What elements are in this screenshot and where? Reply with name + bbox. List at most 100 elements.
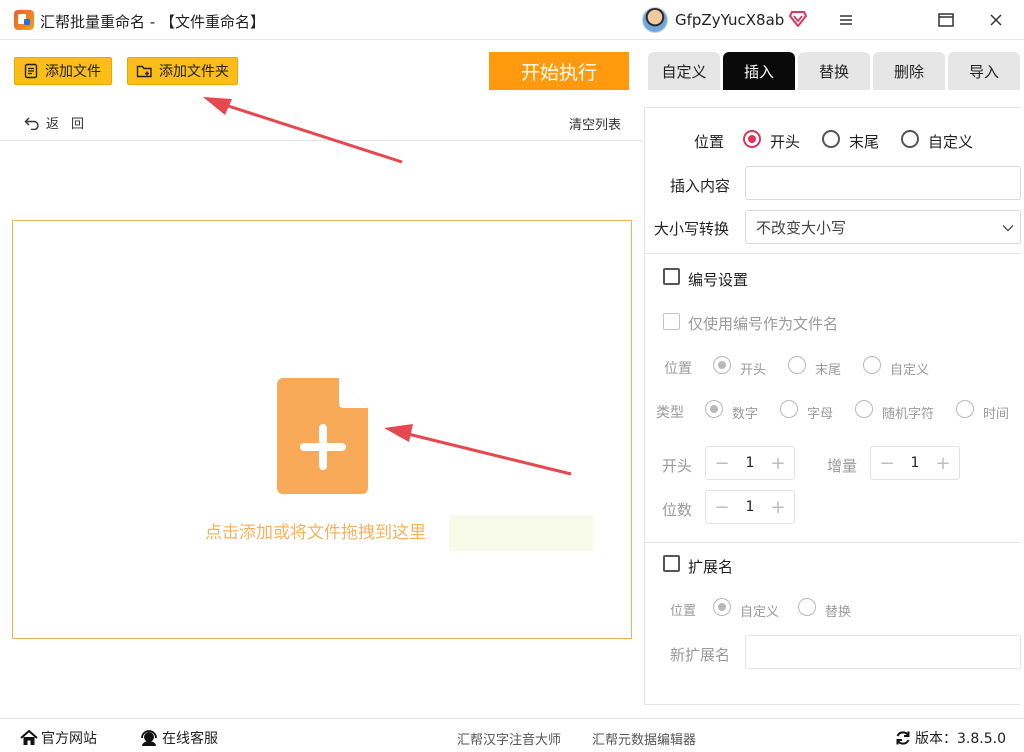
website-link[interactable]: 官方网站 (20, 728, 97, 748)
website-label: 官方网站 (41, 731, 97, 747)
clear-list-button[interactable]: 清空列表 (569, 114, 621, 133)
title-bar: 汇帮批量重命名 - 【文件重命名】 GfpZyYucX8ab (0, 0, 1024, 40)
radio-type-random[interactable] (855, 400, 873, 418)
back-button[interactable]: 返回 (24, 113, 96, 132)
insert-settings-panel: 位置 开头 末尾 自定义 插入内容 大小写转换 不改变大小写 编号设置 仅使用编… (644, 107, 1021, 705)
tab-insert[interactable]: 插入 (723, 52, 795, 90)
radio-position-start-label: 开头 (770, 133, 801, 151)
radio-type-random-label: 随机字符 (882, 407, 935, 422)
footer: 官方网站 在线客服 汇帮汉字注音大师 汇帮元数据编辑器 版本：3.8.5.0 (0, 718, 1024, 752)
decrement-button[interactable]: − (879, 453, 895, 474)
document-icon (24, 63, 38, 79)
increment-button[interactable]: + (770, 453, 786, 474)
radio-type-number-label: 数字 (732, 407, 759, 422)
divider (645, 253, 1021, 254)
menu-icon[interactable] (834, 8, 858, 32)
radio-type-letter-label: 字母 (807, 407, 834, 422)
case-select-value: 不改变大小写 (756, 218, 847, 237)
file-dropzone[interactable]: 点击添加或将文件拖拽到这里 (12, 220, 632, 639)
num-increment-label: 增量 (827, 457, 858, 475)
num-type-label: 类型 (656, 405, 684, 421)
app-logo (14, 10, 34, 30)
radio-type-number[interactable] (705, 400, 723, 418)
version-label: 版本：3.8.5.0 (915, 731, 1006, 747)
divider (0, 140, 643, 141)
add-file-button[interactable]: 添加文件 (14, 57, 112, 85)
start-stepper[interactable]: − 1 + (705, 446, 795, 480)
ext-position-label: 位置 (670, 604, 697, 619)
dropzone-text: 点击添加或将文件拖拽到这里 (205, 523, 426, 543)
increment-button[interactable]: + (770, 497, 786, 518)
radio-position-end-label: 末尾 (849, 133, 880, 151)
back-label: 返回 (46, 117, 97, 132)
radio-type-letter[interactable] (780, 400, 798, 418)
file-add-icon (277, 378, 368, 494)
case-label: 大小写转换 (654, 220, 730, 238)
digits-value[interactable]: 1 (746, 499, 755, 515)
tab-custom[interactable]: 自定义 (648, 52, 720, 90)
add-folder-button[interactable]: 添加文件夹 (127, 57, 238, 85)
tab-replace[interactable]: 替换 (798, 52, 870, 90)
position-label: 位置 (694, 133, 725, 151)
increment-button[interactable]: + (935, 453, 951, 474)
username[interactable]: GfpZyYucX8ab (675, 11, 784, 29)
new-ext-input[interactable] (745, 635, 1021, 669)
add-file-label: 添加文件 (45, 64, 101, 80)
only-number-checkbox[interactable] (663, 313, 680, 330)
folder-add-icon (136, 65, 152, 78)
extension-title: 扩展名 (688, 558, 734, 576)
arrow-to-add-folder (203, 97, 403, 164)
insert-content-label: 插入内容 (670, 177, 731, 195)
insert-content-input[interactable] (745, 166, 1021, 200)
support-label: 在线客服 (162, 731, 218, 747)
radio-num-position-start[interactable] (713, 356, 731, 374)
radio-ext-replace[interactable] (798, 598, 816, 616)
radio-position-end[interactable] (822, 130, 840, 148)
divider (645, 542, 1021, 543)
start-button[interactable]: 开始执行 (489, 52, 629, 90)
radio-ext-custom[interactable] (713, 598, 731, 616)
radio-position-custom-label: 自定义 (928, 133, 974, 151)
start-value[interactable]: 1 (746, 455, 755, 471)
tab-import[interactable]: 导入 (948, 52, 1020, 90)
increment-stepper[interactable]: − 1 + (870, 446, 960, 480)
pinyin-tool-link[interactable]: 汇帮汉字注音大师 (457, 729, 561, 748)
back-arrow-icon (24, 117, 39, 130)
radio-position-start[interactable] (743, 130, 761, 148)
radio-num-position-end[interactable] (788, 356, 806, 374)
radio-ext-replace-label: 替换 (825, 605, 852, 620)
num-digits-label: 位数 (662, 501, 693, 519)
digits-stepper[interactable]: − 1 + (705, 490, 795, 524)
headset-icon (141, 729, 157, 746)
only-number-label: 仅使用编号作为文件名 (688, 315, 839, 333)
add-folder-label: 添加文件夹 (159, 64, 229, 80)
close-icon[interactable] (984, 8, 1008, 32)
extension-checkbox[interactable] (663, 555, 680, 572)
numbering-checkbox[interactable] (663, 268, 680, 285)
radio-num-position-custom[interactable] (863, 356, 881, 374)
support-link[interactable]: 在线客服 (140, 728, 218, 748)
case-select[interactable]: 不改变大小写 (745, 210, 1021, 244)
decrement-button[interactable]: − (714, 453, 730, 474)
avatar[interactable] (642, 7, 668, 33)
radio-ext-custom-label: 自定义 (740, 605, 780, 620)
decrement-button[interactable]: − (714, 497, 730, 518)
metadata-tool-link[interactable]: 汇帮元数据编辑器 (592, 729, 696, 748)
window-title: 汇帮批量重命名 - 【文件重命名】 (40, 13, 265, 31)
tab-delete[interactable]: 删除 (873, 52, 945, 90)
version-info[interactable]: 版本：3.8.5.0 (895, 728, 1006, 748)
refresh-icon (896, 731, 910, 745)
radio-type-time[interactable] (956, 400, 974, 418)
radio-num-position-custom-label: 自定义 (890, 363, 930, 378)
numbering-title: 编号设置 (688, 271, 749, 289)
radio-num-position-end-label: 末尾 (815, 363, 842, 378)
vip-diamond-icon[interactable] (789, 11, 807, 27)
maximize-icon[interactable] (934, 8, 958, 32)
radio-position-custom[interactable] (901, 130, 919, 148)
new-ext-label: 新扩展名 (670, 646, 731, 664)
radio-num-position-start-label: 开头 (740, 363, 767, 378)
chevron-down-icon (1002, 225, 1014, 232)
increment-value[interactable]: 1 (911, 455, 920, 471)
home-icon (20, 730, 38, 745)
num-start-label: 开头 (662, 457, 693, 475)
